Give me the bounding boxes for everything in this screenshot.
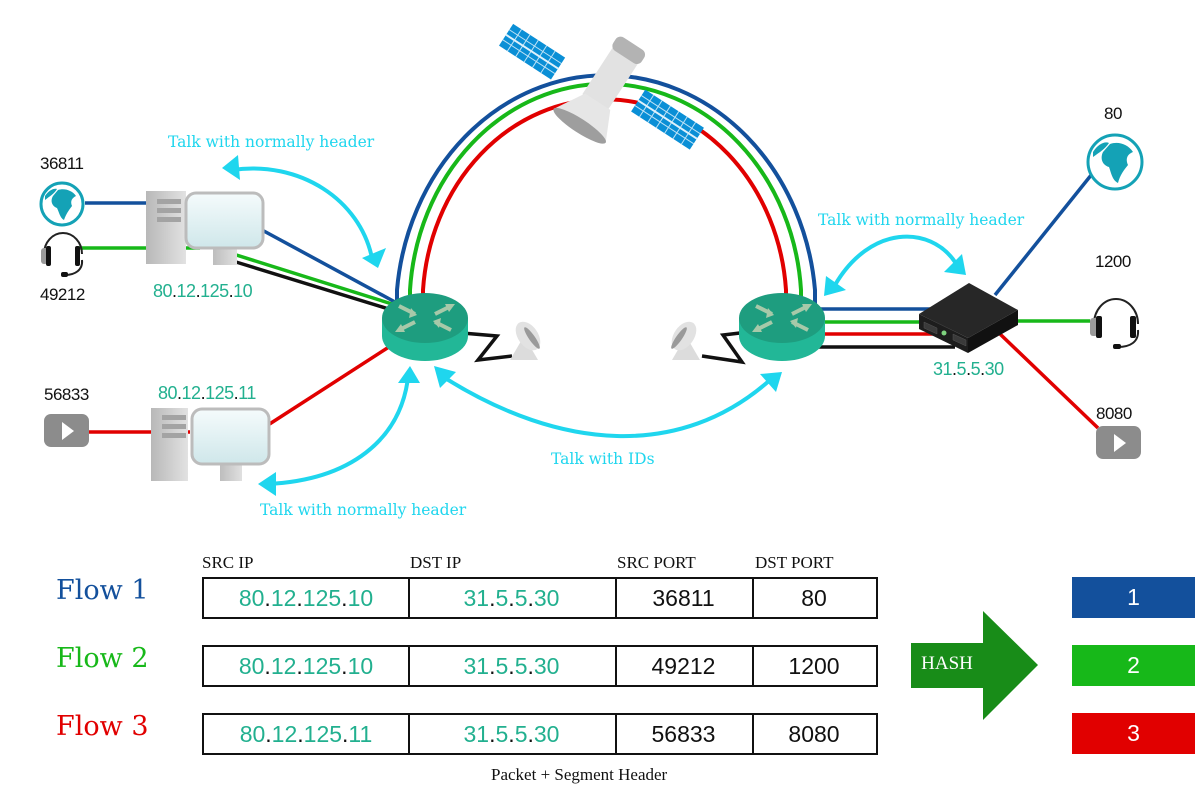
globe-icon bbox=[39, 181, 85, 227]
ip-octet: 5 bbox=[514, 584, 528, 611]
ip-octet: 10 bbox=[233, 281, 253, 301]
ip-octet: 5 bbox=[970, 359, 981, 379]
globe-icon bbox=[1086, 133, 1144, 191]
flow-label: Flow 1 bbox=[56, 575, 149, 606]
flow-label: Flow 2 bbox=[56, 643, 149, 674]
ip-octet: 125 bbox=[200, 281, 229, 301]
ip-octet: 5 bbox=[495, 720, 509, 747]
port-label: 8080 bbox=[1096, 404, 1132, 423]
headset-icon bbox=[1090, 298, 1140, 349]
cell-dst-ip: 31. 5. 5. 30 bbox=[408, 645, 617, 687]
cell-src-port: 36811 bbox=[615, 577, 754, 619]
ip-octet: 11 bbox=[238, 383, 256, 403]
ip-octet: 10 bbox=[347, 584, 374, 611]
hash-bucket-2: 2 bbox=[1072, 645, 1195, 686]
port-label: 1200 bbox=[1095, 252, 1131, 271]
hash-bucket-1: 1 bbox=[1072, 577, 1195, 618]
headset-icon bbox=[41, 232, 84, 277]
ip-octet: 125 bbox=[303, 720, 343, 747]
cell-dst-port: 1200 bbox=[752, 645, 878, 687]
cell-src-ip: 80. 12. 125. 10 bbox=[202, 577, 410, 619]
ip-octet: 31 bbox=[463, 584, 490, 611]
talk-arrowheads bbox=[222, 155, 966, 496]
ip-octet: 80 bbox=[239, 720, 266, 747]
computer-host-a-icon bbox=[146, 191, 265, 265]
column-header-src-ip: SRC IP bbox=[202, 553, 254, 572]
ip-octet: 80 bbox=[238, 584, 265, 611]
router-right-icon bbox=[739, 293, 825, 361]
dish-antenna-left-icon bbox=[510, 321, 541, 360]
ip-octet: 125 bbox=[302, 584, 342, 611]
ip-octet: 31 bbox=[933, 359, 953, 379]
ip-octet: 31 bbox=[463, 652, 490, 679]
dish-antenna-right-icon bbox=[671, 321, 700, 360]
ip-octet: 11 bbox=[348, 720, 373, 747]
ip-octet: 30 bbox=[984, 359, 1005, 379]
server-box-icon bbox=[919, 283, 1018, 353]
ip-octet: 30 bbox=[533, 584, 560, 611]
talk-arrow-left-bottom bbox=[267, 377, 410, 486]
network-diagram: Talk with normally header Talk with norm… bbox=[0, 0, 1200, 800]
ip-octet: 12 bbox=[181, 383, 202, 403]
router-left-icon bbox=[382, 293, 468, 361]
ip-octet: 5 bbox=[514, 652, 528, 679]
ip-octet: 5 bbox=[514, 720, 528, 747]
ip-octet: 80 bbox=[158, 383, 178, 403]
ip-octet: 12 bbox=[270, 584, 297, 611]
ip-octet: 30 bbox=[533, 720, 560, 747]
video-play-icon bbox=[1096, 426, 1141, 459]
serial-links bbox=[461, 331, 746, 365]
ip-octet: 5 bbox=[495, 652, 509, 679]
host-a-ip: 80.12.125.10 bbox=[153, 281, 253, 301]
ip-octet: 80 bbox=[153, 281, 173, 301]
port-label: 49212 bbox=[40, 285, 85, 304]
cell-dst-ip: 31. 5. 5. 30 bbox=[408, 577, 617, 619]
annotation-middle: Talk with IDs bbox=[551, 450, 655, 468]
video-play-icon bbox=[44, 414, 89, 447]
ip-octet: 31 bbox=[463, 720, 490, 747]
ip-octet: 12 bbox=[270, 652, 297, 679]
port-label: 56833 bbox=[44, 385, 89, 404]
column-header-src-port: SRC PORT bbox=[617, 553, 696, 572]
cell-dst-port: 80 bbox=[752, 577, 878, 619]
host-b-ip: 80.12.125.11 bbox=[158, 383, 256, 403]
talk-arrow-middle bbox=[443, 376, 772, 438]
ip-octet: 80 bbox=[238, 652, 265, 679]
annotation-left-top: Talk with normally header bbox=[168, 133, 375, 151]
cell-src-ip: 80. 12. 125. 10 bbox=[202, 645, 410, 687]
ip-octet: 30 bbox=[533, 652, 560, 679]
port-label: 36811 bbox=[40, 154, 84, 173]
ip-octet: 5 bbox=[956, 359, 967, 379]
ip-octet: 125 bbox=[302, 652, 342, 679]
flow-label: Flow 3 bbox=[56, 711, 149, 742]
ip-octet: 12 bbox=[271, 720, 298, 747]
annotation-right-top: Talk with normally header bbox=[818, 211, 1025, 229]
hash-bucket-3: 3 bbox=[1072, 713, 1195, 754]
port-label: 80 bbox=[1104, 104, 1122, 123]
table-caption: Packet + Segment Header bbox=[491, 765, 668, 784]
ip-octet: 5 bbox=[495, 584, 509, 611]
cell-dst-port: 8080 bbox=[752, 713, 878, 755]
cell-src-port: 56833 bbox=[615, 713, 754, 755]
column-header-dst-port: DST PORT bbox=[755, 553, 834, 572]
cell-src-port: 49212 bbox=[615, 645, 754, 687]
cell-dst-ip: 31. 5. 5. 30 bbox=[408, 713, 617, 755]
talk-arrow-right-top bbox=[833, 234, 957, 287]
server-ip: 31.5.5.30 bbox=[933, 359, 1005, 379]
column-header-dst-ip: DST IP bbox=[410, 553, 462, 572]
ip-octet: 125 bbox=[205, 383, 234, 403]
cell-src-ip: 80. 12. 125. 11 bbox=[202, 713, 410, 755]
ip-octet: 12 bbox=[176, 281, 197, 301]
computer-host-b-icon bbox=[151, 407, 271, 481]
ip-octet: 10 bbox=[347, 652, 374, 679]
annotation-left-bottom: Talk with normally header bbox=[260, 501, 467, 519]
hash-label: HASH bbox=[921, 653, 973, 674]
